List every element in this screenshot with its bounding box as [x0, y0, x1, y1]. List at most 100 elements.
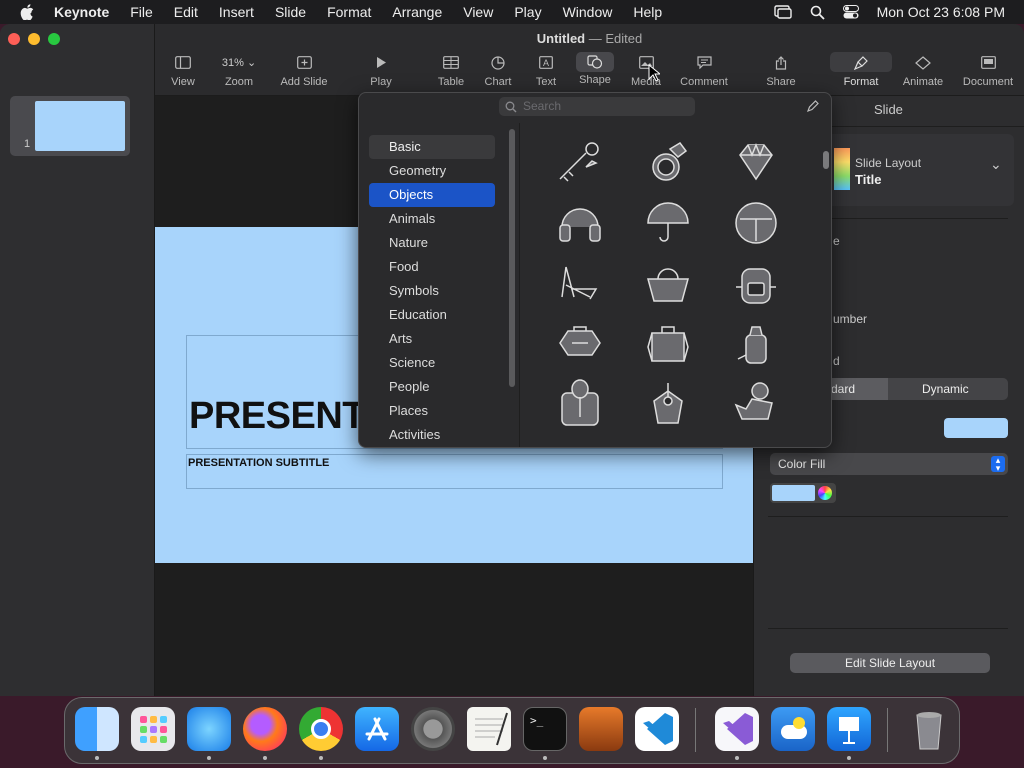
- menu-window[interactable]: Window: [563, 4, 613, 20]
- segment-dynamic-label[interactable]: Dynamic: [922, 382, 969, 396]
- document-status: Edited: [605, 31, 643, 46]
- pen-tool-icon[interactable]: [806, 99, 820, 113]
- shape-button[interactable]: Shape: [575, 52, 615, 86]
- running-indicator: [847, 756, 851, 760]
- headphones-shape[interactable]: [556, 199, 604, 247]
- menu-arrange[interactable]: Arrange: [392, 4, 442, 20]
- baby-bottle-shape[interactable]: [732, 319, 780, 367]
- table-button[interactable]: Table: [434, 56, 468, 88]
- trash-icon[interactable]: [907, 707, 951, 751]
- suitcase-shape[interactable]: [644, 319, 692, 367]
- share-icon: [763, 56, 799, 70]
- category-objects[interactable]: Objects: [369, 183, 495, 207]
- menu-view[interactable]: View: [463, 4, 493, 20]
- menu-app-name[interactable]: Keynote: [54, 4, 109, 20]
- play-button[interactable]: Play: [365, 56, 397, 88]
- keynote-icon[interactable]: [827, 707, 871, 751]
- minimize-window-button[interactable]: [28, 33, 40, 45]
- menu-file[interactable]: File: [130, 4, 153, 20]
- key-shape[interactable]: [556, 137, 604, 185]
- category-activities[interactable]: Activities: [369, 423, 495, 447]
- category-basic[interactable]: Basic: [369, 135, 495, 159]
- launchpad-icon[interactable]: [131, 707, 175, 751]
- category-science[interactable]: Science: [369, 351, 495, 375]
- fill-type-popup[interactable]: Color Fill ▴ ▾: [770, 453, 1008, 475]
- control-center-icon[interactable]: [842, 5, 859, 19]
- vscode-icon[interactable]: [635, 707, 679, 751]
- color-wheel-icon[interactable]: [818, 486, 832, 500]
- category-arts[interactable]: Arts: [369, 327, 495, 351]
- inspector-title: Slide: [874, 102, 903, 117]
- system-settings-icon[interactable]: [411, 707, 455, 751]
- running-indicator: [735, 756, 739, 760]
- finder-icon[interactable]: [75, 707, 119, 751]
- inspector-row-background: d: [833, 354, 840, 368]
- firefox-icon[interactable]: [243, 707, 287, 751]
- fill-color-well[interactable]: [770, 483, 836, 503]
- weather-icon[interactable]: [771, 707, 815, 751]
- tag-shape[interactable]: [644, 379, 692, 427]
- beach-chair-shape[interactable]: [556, 259, 604, 307]
- category-scrollbar[interactable]: [509, 129, 515, 387]
- category-symbols[interactable]: Symbols: [369, 279, 495, 303]
- menu-format[interactable]: Format: [327, 4, 371, 20]
- format-button[interactable]: Format: [835, 56, 887, 88]
- backpack-shape[interactable]: [732, 259, 780, 307]
- background-segmented-control[interactable]: dard Dynamic: [814, 378, 1008, 400]
- visual-studio-icon[interactable]: [715, 707, 759, 751]
- shape-search-field[interactable]: Search: [499, 97, 695, 116]
- shopping-bag-shape[interactable]: [644, 259, 692, 307]
- close-window-button[interactable]: [8, 33, 20, 45]
- text-button[interactable]: A Text: [531, 56, 561, 88]
- category-geometry[interactable]: Geometry: [369, 159, 495, 183]
- share-button[interactable]: Share: [763, 56, 799, 88]
- menu-insert[interactable]: Insert: [219, 4, 254, 20]
- zoom-window-button[interactable]: [48, 33, 60, 45]
- add-slide-button[interactable]: Add Slide: [275, 56, 333, 88]
- media-button[interactable]: Media: [626, 56, 666, 88]
- safari-icon[interactable]: [187, 707, 231, 751]
- category-education[interactable]: Education: [369, 303, 495, 327]
- menu-clock[interactable]: Mon Oct 23 6:08 PM: [877, 4, 1005, 20]
- category-places[interactable]: Places: [369, 399, 495, 423]
- slide-thumbnail[interactable]: [35, 101, 125, 151]
- background-color-well[interactable]: [944, 418, 1008, 438]
- popover-divider: [519, 123, 520, 447]
- screen-mirroring-icon[interactable]: [773, 5, 792, 19]
- running-indicator: [543, 756, 547, 760]
- category-animals[interactable]: Animals: [369, 207, 495, 231]
- menu-help[interactable]: Help: [633, 4, 662, 20]
- umbrella-shape[interactable]: [644, 199, 692, 247]
- menu-slide[interactable]: Slide: [275, 4, 306, 20]
- textedit-icon[interactable]: [467, 707, 511, 751]
- category-food[interactable]: Food: [369, 255, 495, 279]
- app-store-icon[interactable]: [355, 707, 399, 751]
- inspector-divider: [768, 516, 1008, 517]
- chart-button[interactable]: Chart: [481, 56, 515, 88]
- category-nature[interactable]: Nature: [369, 231, 495, 255]
- terminal-icon[interactable]: >_: [523, 707, 567, 751]
- inspector-row-slide-number: umber: [833, 312, 868, 326]
- shape-grid-scrollbar[interactable]: [823, 151, 829, 169]
- menu-play[interactable]: Play: [514, 4, 541, 20]
- luggage-shape[interactable]: [556, 319, 604, 367]
- zoom-control[interactable]: 31% ⌄ Zoom: [213, 56, 265, 88]
- edit-slide-layout-button[interactable]: Edit Slide Layout: [790, 653, 990, 673]
- menu-edit[interactable]: Edit: [174, 4, 198, 20]
- category-people[interactable]: People: [369, 375, 495, 399]
- spotlight-search-icon[interactable]: [810, 5, 825, 20]
- apple-icon[interactable]: [20, 4, 34, 20]
- slide-subtitle[interactable]: PRESENTATION SUBTITLE: [188, 457, 329, 469]
- document-button[interactable]: Document: [959, 56, 1017, 88]
- maracas-shape[interactable]: [556, 379, 604, 427]
- chrome-icon[interactable]: [299, 707, 343, 751]
- animate-button[interactable]: Animate: [899, 56, 947, 88]
- diamond-shape[interactable]: [732, 137, 780, 185]
- garageband-icon[interactable]: [579, 707, 623, 751]
- search-icon: [505, 101, 517, 113]
- ring-shape[interactable]: [644, 137, 692, 185]
- rubber-duck-shape[interactable]: [732, 379, 780, 427]
- view-button[interactable]: View: [165, 56, 201, 88]
- comment-button[interactable]: Comment: [676, 56, 732, 88]
- umbrella-open-shape[interactable]: [732, 199, 780, 247]
